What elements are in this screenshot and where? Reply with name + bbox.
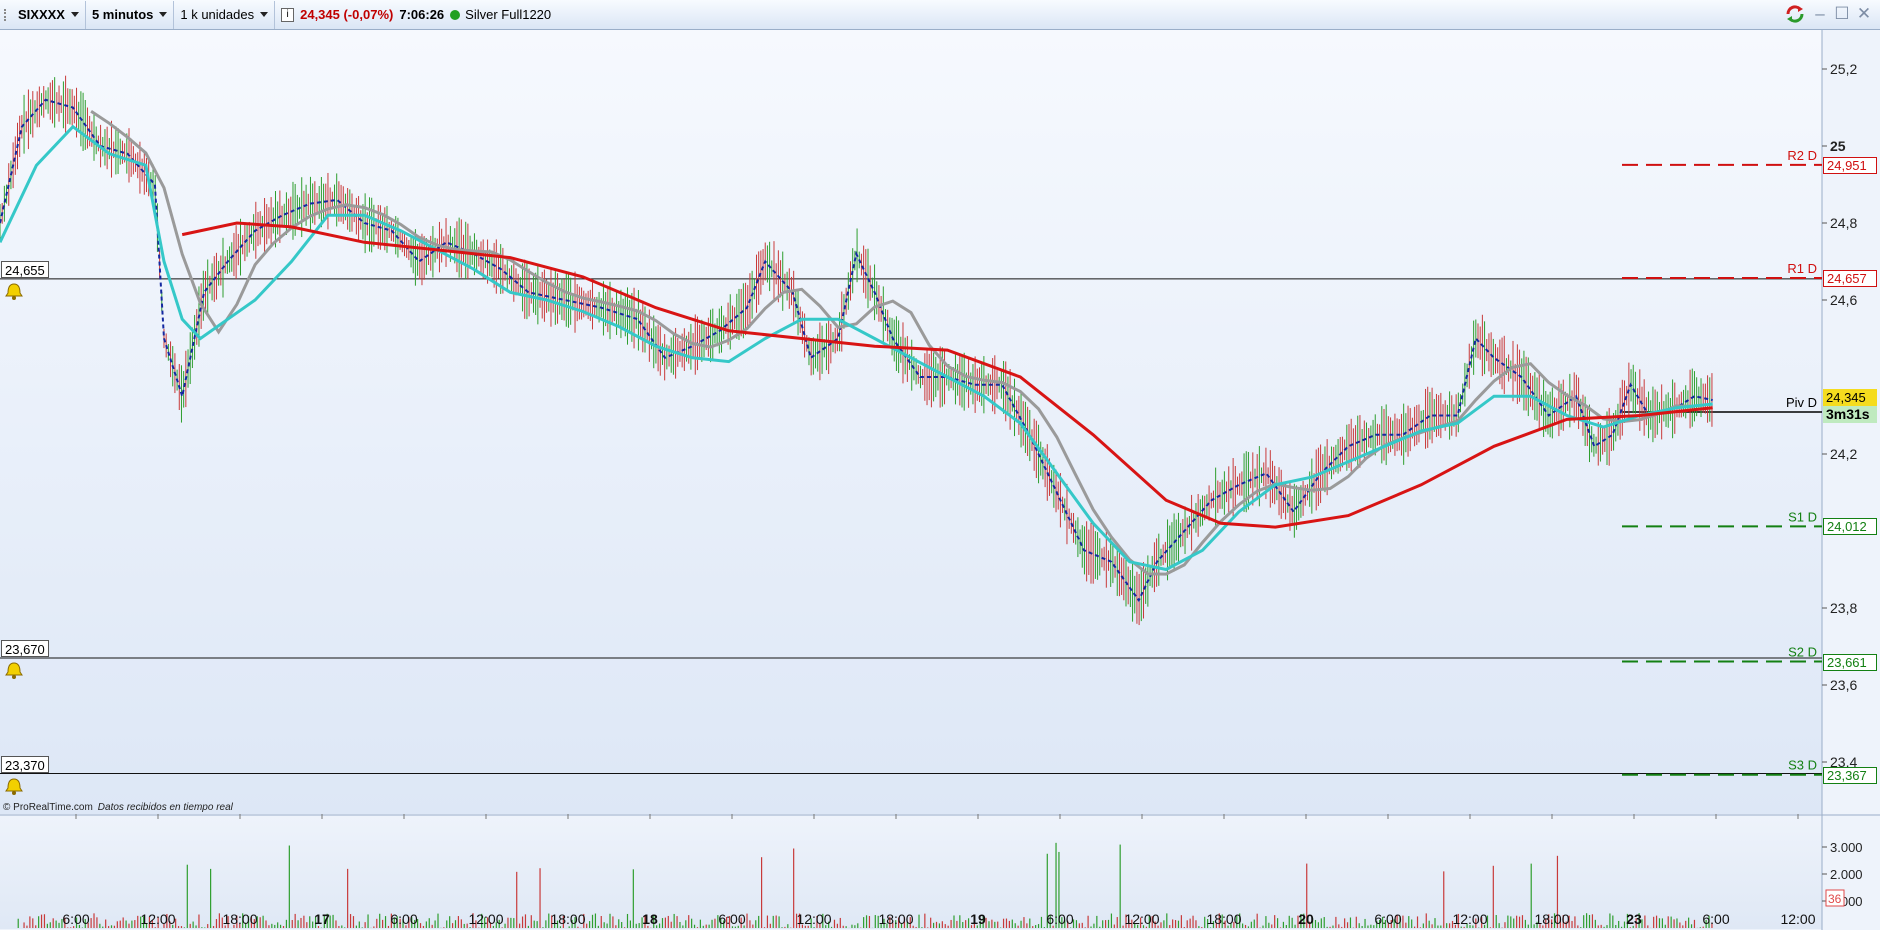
maximize-icon[interactable]: ☐ <box>1834 5 1850 23</box>
volume-tick-label: 2.000 <box>1830 867 1863 882</box>
minimize-icon[interactable]: – <box>1812 5 1828 23</box>
feed-name: Silver Full1220 <box>465 7 552 22</box>
x-tick-label: 12:00 <box>1452 911 1487 927</box>
pivot-value-label: 23,661 <box>1823 653 1877 671</box>
price-chart[interactable]: 25,22524,824,624,223,823,623,4 R2 DR1 DP… <box>0 30 1880 930</box>
copyright: © ProRealTime.com <box>3 802 93 813</box>
chevron-down-icon <box>159 12 168 17</box>
symbol-label: SIXXXX <box>18 7 65 22</box>
x-tick-label: 18:00 <box>878 911 913 927</box>
x-tick-label: 18:00 <box>1534 911 1569 927</box>
realtime-note: Datos recibidos en tiempo real <box>97 802 233 813</box>
sync-icon[interactable] <box>1784 4 1806 24</box>
drag-handle-icon[interactable] <box>4 9 9 21</box>
price-change: 24,345 (-0,07%) <box>300 7 394 22</box>
pivot-name: S3 D <box>1788 758 1817 773</box>
quote-time: 7:06:26 <box>399 7 445 22</box>
info-icon[interactable]: i <box>281 7 295 22</box>
x-tick-label: 18:00 <box>1206 911 1241 927</box>
pivot-value-label: 24,951 <box>1823 156 1877 174</box>
x-tick-label: 18:00 <box>222 911 257 927</box>
volume-tick-label: 3.000 <box>1830 840 1863 855</box>
units-label: 1 k unidades <box>180 7 255 22</box>
x-tick-label: 18:00 <box>550 911 585 927</box>
toolbar: SIXXXX 5 minutos 1 k unidades i 24,345 (… <box>0 0 1880 30</box>
volume-axis: 3.0002.0001.00036 <box>1822 840 1863 909</box>
pivot-value-label: 24,657 <box>1823 270 1877 288</box>
x-tick-label: 6:00 <box>390 911 417 927</box>
x-tick-label: 6:00 <box>1374 911 1401 927</box>
close-icon[interactable]: ✕ <box>1856 5 1872 23</box>
x-tick-label: 12:00 <box>796 911 831 927</box>
pivot-name: S2 D <box>1788 645 1817 660</box>
y-tick-label: 24,2 <box>1830 446 1857 462</box>
x-tick-label: 12:00 <box>1124 911 1159 927</box>
alert-level-label[interactable]: 23,670 <box>1 640 49 658</box>
chevron-down-icon <box>260 12 269 17</box>
alert-level-label[interactable]: 23,370 <box>1 755 49 773</box>
bar-countdown: 3m31s <box>1823 406 1877 424</box>
pivot-value-label: 23,367 <box>1823 766 1877 784</box>
x-tick-label: 19 <box>970 911 986 927</box>
x-tick-label: 6:00 <box>1046 911 1073 927</box>
timeframe-dropdown[interactable]: 5 minutos <box>86 0 175 29</box>
symbol-dropdown[interactable]: SIXXXX <box>0 0 86 29</box>
pivot-name: R1 D <box>1787 261 1817 276</box>
pivot-value-label: 24,012 <box>1823 518 1877 536</box>
pivot-name: S1 D <box>1788 509 1817 524</box>
x-tick-label: 12:00 <box>468 911 503 927</box>
price-panel <box>0 30 1822 814</box>
current-price-label: 24,345 <box>1823 389 1877 407</box>
pivot-name: R2 D <box>1787 148 1817 163</box>
x-tick-label: 6:00 <box>1702 911 1729 927</box>
y-tick-label: 25 <box>1830 138 1846 154</box>
status-line: © ProRealTime.com Datos recibidos en tiem… <box>3 802 233 813</box>
y-tick-label: 25,2 <box>1830 61 1857 77</box>
timeframe-label: 5 minutos <box>91 7 154 22</box>
x-tick-label: 12:00 <box>1780 911 1815 927</box>
units-dropdown[interactable]: 1 k unidades <box>174 0 276 29</box>
chevron-down-icon <box>70 12 79 17</box>
bell-icon[interactable] <box>4 282 24 300</box>
connection-status-icon <box>450 9 461 20</box>
y-tick-label: 23,8 <box>1830 600 1857 616</box>
x-tick-label: 23 <box>1626 911 1642 927</box>
volume-last-label: 36 <box>1828 892 1842 906</box>
quote-info: i 24,345 (-0,07%) 7:06:26 Silver Full122… <box>275 1 557 29</box>
y-tick-label: 23,6 <box>1830 677 1857 693</box>
x-tick-label: 17 <box>314 911 330 927</box>
x-tick-label: 6:00 <box>718 911 745 927</box>
alert-level-label[interactable]: 24,655 <box>1 260 49 278</box>
x-tick-label: 18 <box>642 911 658 927</box>
x-tick-label: 20 <box>1298 911 1314 927</box>
x-tick-label: 6:00 <box>62 911 89 927</box>
pivot-name: Piv D <box>1786 395 1817 410</box>
y-tick-label: 24,8 <box>1830 215 1857 231</box>
x-tick-label: 12:00 <box>140 911 175 927</box>
window-controls: – ☐ ✕ <box>1784 4 1872 24</box>
y-tick-label: 24,6 <box>1830 292 1857 308</box>
bell-icon[interactable] <box>4 777 24 795</box>
bell-icon[interactable] <box>4 661 24 680</box>
